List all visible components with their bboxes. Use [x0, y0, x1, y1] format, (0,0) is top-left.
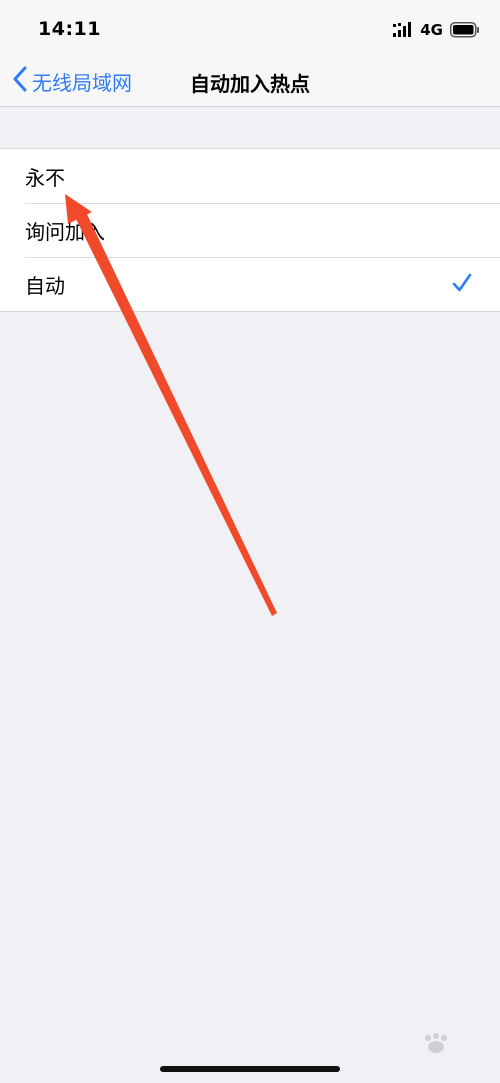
home-indicator[interactable]: [160, 1066, 340, 1072]
watermark-logo-icon: [425, 1033, 447, 1053]
network-type: 4G: [420, 21, 443, 39]
option-label: 询问加入: [25, 219, 105, 244]
status-time: 14:11: [38, 18, 101, 40]
checkmark-icon: [452, 273, 472, 297]
option-label: 自动: [25, 273, 65, 298]
option-automatic[interactable]: 自动: [0, 257, 500, 311]
option-list: 永不 询问加入 自动: [0, 148, 500, 312]
battery-icon: [450, 22, 480, 38]
status-indicators: 4G: [393, 18, 480, 42]
option-ask-to-join[interactable]: 询问加入: [0, 203, 500, 257]
option-label: 永不: [25, 165, 65, 190]
signal-icon: [393, 22, 413, 38]
page-title: 自动加入热点: [190, 72, 310, 96]
navigation-bar: 无线局域网 自动加入热点: [0, 56, 500, 107]
status-bar: 14:11 4G: [0, 0, 500, 56]
option-never[interactable]: 永不: [0, 149, 500, 203]
